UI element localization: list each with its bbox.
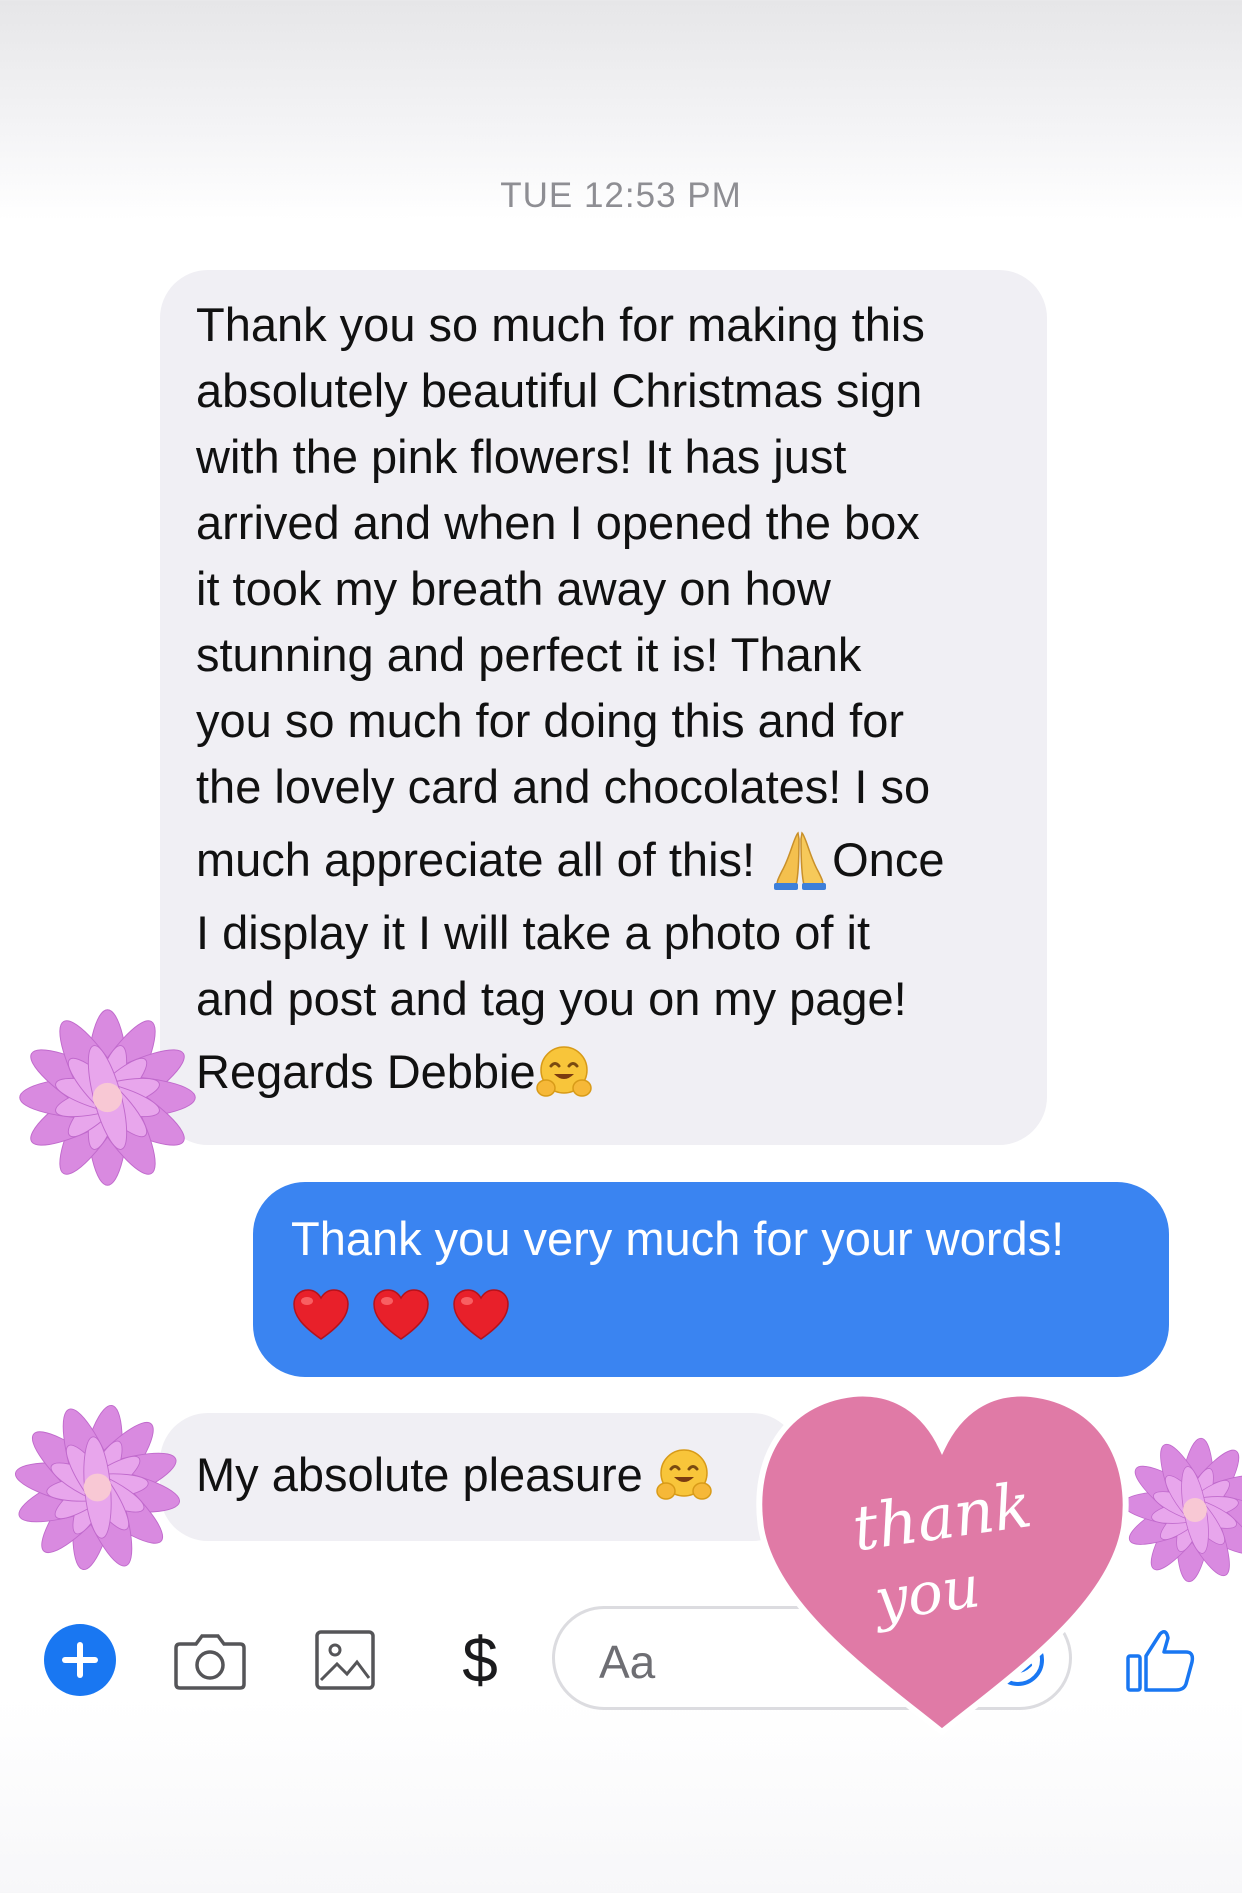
message-text: Regards Debbie: [196, 1045, 536, 1098]
thumbs-up-icon: [1126, 1630, 1195, 1692]
message-line-with-emoji: much appreciate all of this! Once: [196, 820, 1015, 900]
pink-flower-sticker: [14, 1404, 181, 1571]
thank-you-heart-sticker: thank you: [756, 1390, 1129, 1736]
image-icon: [315, 1630, 375, 1690]
like-button[interactable]: [1120, 1620, 1200, 1700]
red-heart-emoji: [453, 1289, 509, 1340]
plus-button[interactable]: [44, 1624, 116, 1696]
message-text: Thank you very much for your words!: [291, 1212, 1065, 1265]
hugging-face-emoji: [656, 1448, 712, 1500]
red-heart-emoji: [293, 1289, 349, 1340]
pink-flower-sticker: [19, 1009, 196, 1186]
outgoing-message-bubble[interactable]: Thank you very much for your words!: [253, 1182, 1169, 1377]
payment-button[interactable]: $: [440, 1620, 520, 1700]
hugging-face-emoji: [535, 1045, 592, 1097]
message-line: and post and tag you on my page!: [196, 972, 907, 1025]
message-timestamp: TUE 12:53 PM: [500, 176, 742, 215]
camera-icon: [174, 1634, 246, 1690]
incoming-message-bubble[interactable]: Thank you so much for making this absolu…: [160, 270, 1047, 1145]
pink-flower-sticker: [1122, 1437, 1242, 1583]
message-text: Once: [832, 833, 945, 886]
message-line-with-emoji: Regards Debbie: [196, 1032, 1015, 1112]
message-text: much appreciate all of this!: [196, 833, 769, 886]
message-line: I display it I will take a photo of it: [196, 906, 870, 959]
message-line: you so much for doing this and for: [196, 694, 905, 747]
message-line: the lovely card and chocolates! I so: [196, 760, 931, 813]
message-line: Thank you so much for making this: [196, 298, 925, 351]
message-line: it took my breath away on how: [196, 562, 831, 615]
folded-hands-emoji: [774, 831, 827, 890]
input-placeholder: Aa: [599, 1636, 656, 1688]
plus-icon: [62, 1642, 98, 1678]
message-line: with the pink flowers! It has just: [196, 430, 847, 483]
image-button[interactable]: [305, 1620, 385, 1700]
camera-button[interactable]: [170, 1620, 250, 1700]
message-line: absolutely beautiful Christmas sign: [196, 364, 923, 417]
incoming-message-bubble[interactable]: My absolute pleasure: [160, 1413, 800, 1541]
red-heart-emoji: [373, 1289, 429, 1340]
message-line: stunning and perfect it is! Thank: [196, 628, 862, 681]
message-text: My absolute pleasure: [196, 1448, 656, 1501]
hearts-row: [291, 1278, 1133, 1344]
message-line: arrived and when I opened the box: [196, 496, 920, 549]
